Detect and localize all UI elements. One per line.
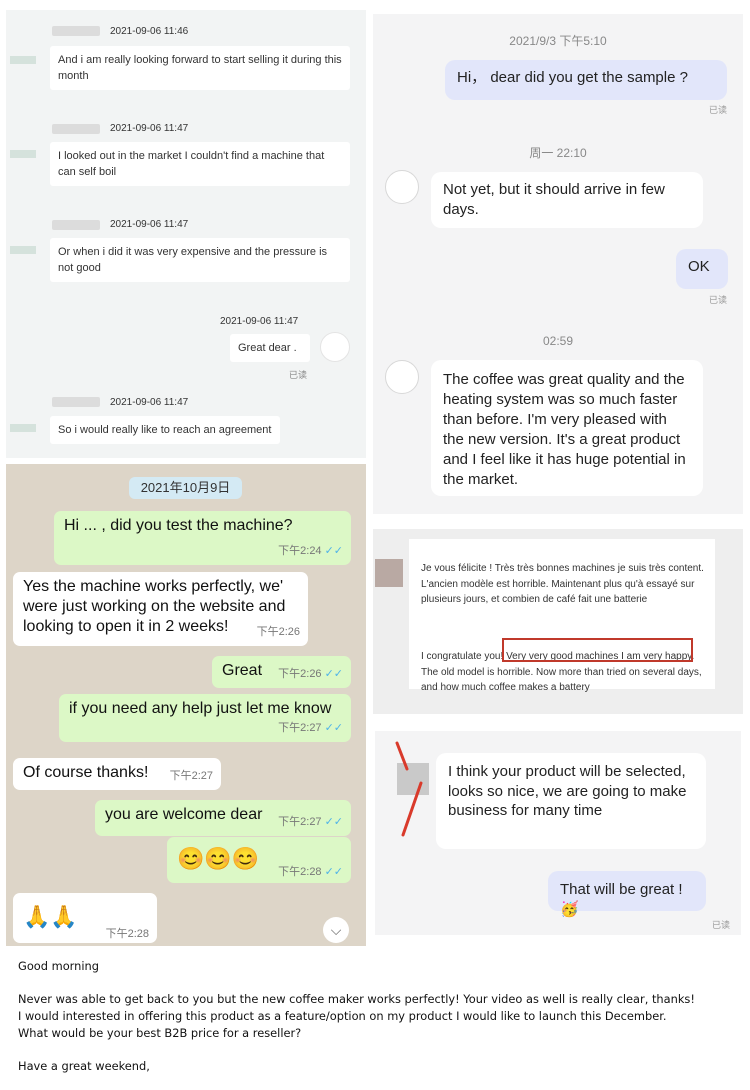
email-greeting: Good morning [18,959,99,973]
read-receipt: 已读 [709,295,728,305]
chat-panel-1: 2021-09-06 11:46 And i am really looking… [6,10,366,458]
message-bubble: Or when i did it was very expensive and … [50,238,350,282]
blurred-sender-name [52,220,100,230]
message-timestamp: 02:59 [542,334,574,348]
message-time: 下午2:24 [278,545,322,557]
blurred-avatar [10,424,36,432]
message-text: if you need any help just let me know [69,700,332,717]
read-receipt: 已读 [709,105,728,115]
read-receipt: 已读 [289,370,308,380]
message-timestamp: 周一 22:10 [529,146,587,160]
message-bubble-outgoing: That will be great ! 🥳 [548,871,706,918]
message-meta: 下午2:26 ✓✓ [278,664,343,684]
message-timestamp: 2021-09-06 11:47 [110,397,189,408]
message-bubble-incoming: Not yet, but it should arrive in few day… [431,172,703,228]
message-bubble-outgoing: OK [676,249,728,289]
message-time: 下午2:26 [278,668,322,680]
email-line: I would interested in offering this prod… [18,1009,667,1023]
message-bubble-outgoing: if you need any help just let me know 下午… [59,694,351,742]
blurred-avatar [10,246,36,254]
message-text: Great [222,662,263,679]
message-bubble-incoming: The coffee was great quality and the hea… [431,360,703,496]
message-time: 下午2:28 [105,928,149,940]
message-timestamp: 2021-09-06 11:47 [110,219,189,230]
message-bubble-incoming: 🙏🙏 下午2:28 [13,893,157,943]
message-bubble-outgoing: Hi， dear did you get the sample ? [445,60,727,100]
email-text-panel: Good morning Never was able to get back … [8,952,742,1086]
double-check-icon: ✓✓ [324,668,343,680]
blurred-sender-name [52,124,100,134]
double-check-icon: ✓✓ [324,816,343,828]
message-text: Hi ... , did you test the machine? [64,517,293,534]
message-timestamp: 2021-09-06 11:47 [220,316,299,327]
message-meta: 下午2:27 ✓✓ [278,718,343,738]
message-bubble-outgoing: Great 下午2:26 ✓✓ [212,656,351,688]
date-chip: 2021年10月9日 [129,477,242,499]
translation-card: Je vous félicite ! Très très bonnes mach… [409,539,715,693]
message-timestamp: 2021/9/3 下午5:10 [509,34,607,48]
message-meta: 下午2:27 ✓✓ [278,812,343,832]
whatsapp-chat-panel: 2021年10月9日 Hi ... , did you test the mac… [6,464,366,946]
double-check-icon: ✓✓ [324,722,343,734]
double-check-icon: ✓✓ [324,545,343,557]
message-bubble-outgoing: Hi ... , did you test the machine? 下午2:2… [54,511,351,565]
blurred-sender-name [52,397,100,407]
emoji-message: 😊😊😊 [177,846,260,871]
message-bubble-incoming: Of course thanks! 下午2:27 [13,758,221,790]
blurred-avatar [375,559,403,587]
message-bubble-outgoing: you are welcome dear 下午2:27 ✓✓ [95,800,351,836]
party-face-emoji: 🥳 [560,900,579,918]
message-time: 下午2:27 [169,770,213,782]
english-text-post: The old model is horrible. Now more than… [421,666,702,694]
red-mark-icon [395,741,423,837]
blurred-avatar [10,150,36,158]
message-timestamp: 2021-09-06 11:47 [110,123,189,134]
read-receipt: 已读 [712,920,731,930]
highlight-box [502,638,693,662]
chat-panel-2: 2021/9/3 下午5:10 Hi， dear did you get the… [373,14,743,514]
chat-panel-3: I think your product will be selected, l… [375,731,741,935]
double-check-icon: ✓✓ [324,866,343,878]
translation-panel: Je vous félicite ! Très très bonnes mach… [373,529,743,714]
message-text: you are welcome dear [105,806,263,823]
chevron-double-down-icon: ⌵ [330,922,342,938]
email-line: What would be your best B2B price for a … [18,1026,302,1040]
english-text-pre: I congratulate you! [421,651,504,662]
avatar [385,360,419,394]
message-text: Yes the machine works perfectly, we' wer… [23,578,286,635]
scroll-down-button[interactable]: ⌵ [323,917,349,943]
message-bubble-incoming: I think your product will be selected, l… [436,753,706,849]
email-closing: Have a great weekend, [18,1059,150,1073]
message-timestamp: 2021-09-06 11:46 [110,26,189,37]
message-time: 下午2:28 [278,866,322,878]
message-bubble-incoming: Yes the machine works perfectly, we' wer… [13,572,308,646]
message-time: 下午2:27 [278,816,322,828]
message-meta: 下午2:28 ✓✓ [278,865,343,879]
message-meta: 下午2:24 ✓✓ [278,541,343,561]
message-time: 下午2:27 [278,722,322,734]
email-line: Never was able to get back to you but th… [18,992,695,1006]
blurred-sender-name [52,26,100,36]
message-time: 下午2:26 [256,626,300,638]
message-text: Of course thanks! [23,764,149,781]
emoji-message: 🙏🙏 [23,904,78,929]
message-bubble: And i am really looking forward to start… [50,46,350,90]
blurred-avatar [10,56,36,64]
message-text: That will be great ! [560,881,683,898]
avatar [385,170,419,204]
message-bubble-outgoing: 😊😊😊 下午2:28 ✓✓ [167,837,351,883]
french-text: Je vous félicite ! Très très bonnes mach… [421,563,704,605]
message-bubble: So i would really like to reach an agree… [50,416,280,444]
message-bubble: Great dear . [230,334,310,362]
avatar [320,332,350,362]
message-bubble: I looked out in the market I couldn't fi… [50,142,350,186]
